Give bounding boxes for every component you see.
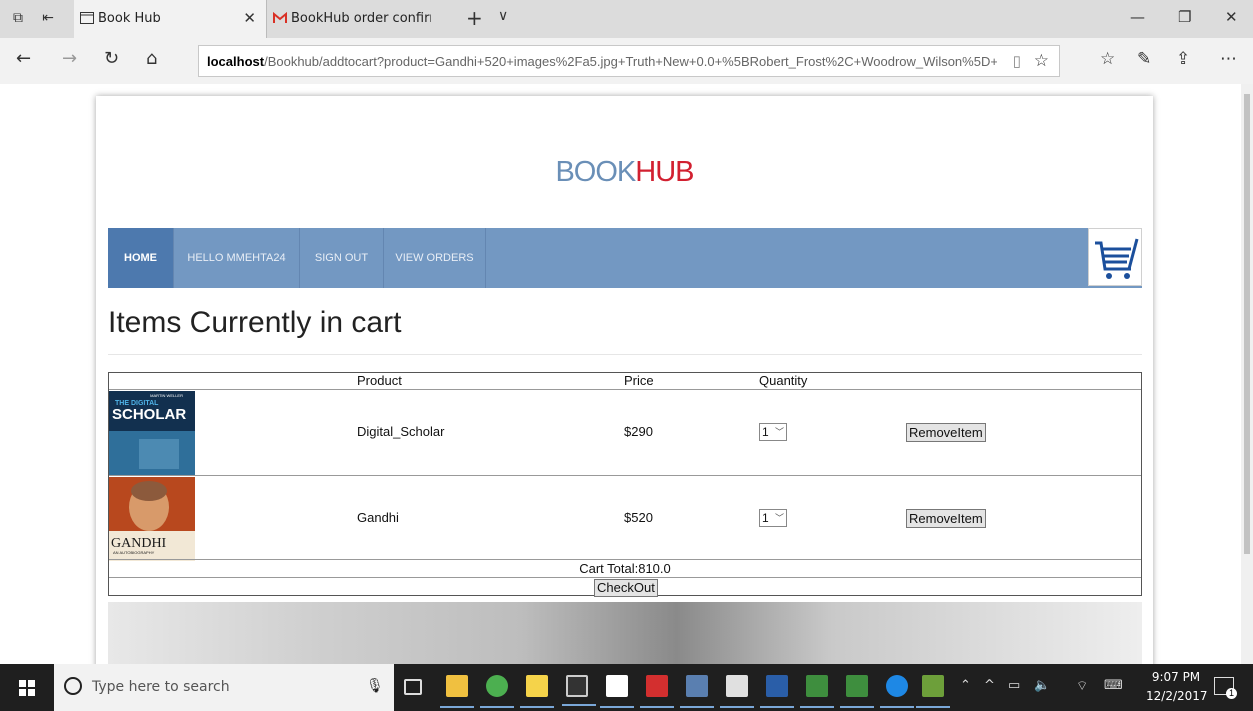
favorite-star-icon[interactable]: ☆ xyxy=(1034,51,1049,71)
battery-icon[interactable]: ▭ xyxy=(1008,678,1020,693)
chrome-icon[interactable] xyxy=(480,675,514,708)
divider xyxy=(108,354,1142,355)
cart-total: Cart Total:810.0 xyxy=(109,559,1141,577)
site-logo[interactable]: BOOKHUB xyxy=(96,156,1153,189)
app-icon[interactable] xyxy=(680,675,714,708)
tab-list-chevron-icon[interactable]: ∨ xyxy=(498,8,508,24)
quantity-select[interactable]: 1 ﹀ xyxy=(759,509,787,527)
action-center-icon[interactable]: 1 xyxy=(1214,677,1237,699)
nav-home[interactable]: HOME xyxy=(108,228,174,288)
notification-count-badge: 1 xyxy=(1226,688,1237,699)
remove-item-button[interactable]: RemoveItem xyxy=(906,509,986,528)
minimize-icon[interactable]: — xyxy=(1130,8,1145,26)
task-view-icon[interactable] xyxy=(404,679,422,695)
file-explorer-icon[interactable] xyxy=(440,675,474,708)
browser-tab-strip: ⧉ ⇤ Book Hub ✕ BookHub order confirmatio… xyxy=(0,0,1253,38)
product-name: Gandhi xyxy=(357,510,399,525)
page-icon xyxy=(80,12,94,24)
column-header-product: Product xyxy=(357,373,402,388)
tab-label: Book Hub xyxy=(98,11,161,26)
cart-row: MARTIN WELLER THE DIGITAL SCHOLAR Digita… xyxy=(109,389,1141,475)
mongodb-icon[interactable] xyxy=(800,675,834,708)
cart-row: GANDHI AN AUTOBIOGRAPHY Gandhi $520 1 ﹀ R… xyxy=(109,475,1141,561)
windows-start-icon[interactable] xyxy=(19,680,35,696)
more-options-icon[interactable]: ⋯ xyxy=(1220,49,1237,69)
tab-label: BookHub order confirmatio xyxy=(291,11,431,26)
refresh-icon[interactable]: ↻ xyxy=(104,48,119,69)
cart-button[interactable] xyxy=(1088,228,1142,286)
quantity-select[interactable]: 1 ﹀ xyxy=(759,423,787,441)
scrollbar-thumb[interactable] xyxy=(1244,94,1250,554)
page-scrollbar[interactable] xyxy=(1241,84,1253,664)
tab-order-confirmation[interactable]: BookHub order confirmatio xyxy=(266,0,458,38)
chevron-down-icon: ﹀ xyxy=(774,427,784,437)
nav-view-orders[interactable]: VIEW ORDERS xyxy=(384,228,486,288)
java-icon[interactable] xyxy=(720,675,754,708)
taskbar-search[interactable]: Type here to search 🎙 xyxy=(54,664,394,711)
product-name: Digital_Scholar xyxy=(357,424,445,439)
svg-text:MARTIN WELLER: MARTIN WELLER xyxy=(150,393,183,398)
remove-item-button[interactable]: RemoveItem xyxy=(906,423,986,442)
svg-text:GANDHI: GANDHI xyxy=(111,536,167,551)
set-aside-tabs-icon[interactable]: ⇤ xyxy=(40,10,56,26)
gmail-icon xyxy=(273,12,287,23)
book-cover-digital-scholar: MARTIN WELLER THE DIGITAL SCHOLAR xyxy=(109,391,195,475)
product-price: $520 xyxy=(624,510,653,525)
reading-view-icon[interactable]: ▯ xyxy=(1013,52,1021,70)
mongodb-icon-2[interactable] xyxy=(840,675,874,708)
system-clock[interactable]: 9:07 PM 12/2/2017 xyxy=(1146,668,1208,706)
back-arrow-icon[interactable]: ← xyxy=(16,48,31,69)
close-window-icon[interactable]: ✕ xyxy=(1225,8,1238,26)
edge-icon[interactable] xyxy=(880,675,914,708)
page-title: Items Currently in cart xyxy=(108,306,402,339)
new-tab-button[interactable]: + xyxy=(466,6,483,30)
web-note-pen-icon[interactable]: ✎ xyxy=(1137,49,1151,69)
keyboard-icon[interactable]: ⌨ xyxy=(1104,678,1123,693)
tab-book-hub[interactable]: Book Hub ✕ xyxy=(74,0,266,38)
tab-preview-icon[interactable]: ⧉ xyxy=(10,10,26,26)
cart-table: Product Price Quantity MARTIN WELLER THE… xyxy=(108,372,1142,597)
svg-text:SCHOLAR: SCHOLAR xyxy=(112,406,186,423)
microphone-icon[interactable]: 🎙 xyxy=(366,677,384,694)
checkout-button[interactable]: CheckOut xyxy=(594,579,658,597)
search-placeholder: Type here to search xyxy=(92,679,230,695)
close-tab-icon[interactable]: ✕ xyxy=(243,9,256,27)
shopping-cart-icon xyxy=(1095,238,1139,279)
checkout-row: CheckOut xyxy=(109,577,1141,597)
command-prompt-icon[interactable] xyxy=(562,675,596,706)
restore-icon[interactable]: ❐ xyxy=(1178,8,1191,26)
footer-banner-image xyxy=(108,602,1142,664)
svg-text:AN AUTOBIOGRAPHY: AN AUTOBIOGRAPHY xyxy=(113,550,155,555)
forward-arrow-icon[interactable]: → xyxy=(62,48,77,69)
sticky-notes-icon[interactable] xyxy=(520,675,554,708)
wifi-icon[interactable]: ⌔ xyxy=(1076,678,1088,694)
nav-sign-out[interactable]: SIGN OUT xyxy=(300,228,384,288)
chevron-down-icon: ﹀ xyxy=(774,513,784,523)
ide-icon[interactable] xyxy=(760,675,794,708)
address-bar[interactable]: localhost/Bookhub/addtocart?product=Gand… xyxy=(198,45,1060,77)
url-text: localhost/Bookhub/addtocart?product=Gand… xyxy=(207,54,997,69)
home-icon[interactable]: ⌂ xyxy=(146,48,157,69)
nav-hello-user[interactable]: HELLO MMEHTA24 xyxy=(174,228,300,288)
page-container: BOOKHUB HOME HELLO MMEHTA24 SIGN OUT VIE… xyxy=(96,96,1153,664)
share-icon[interactable]: ⇪ xyxy=(1176,49,1190,69)
scroll-chevron-icon[interactable]: ⌃ xyxy=(960,678,971,693)
main-nav: HOME HELLO MMEHTA24 SIGN OUT VIEW ORDERS xyxy=(108,228,1142,288)
page-viewport: BOOKHUB HOME HELLO MMEHTA24 SIGN OUT VIE… xyxy=(0,84,1253,664)
cortana-circle-icon xyxy=(64,677,82,695)
book-cover-gandhi: GANDHI AN AUTOBIOGRAPHY xyxy=(109,477,195,561)
favorites-hub-icon[interactable]: ☆ xyxy=(1100,49,1115,69)
paint-icon[interactable] xyxy=(916,675,950,708)
show-hidden-icons-icon[interactable]: ^ xyxy=(984,678,995,693)
volume-icon[interactable]: 🔈 xyxy=(1034,678,1050,693)
column-header-price: Price xyxy=(624,373,654,388)
browser-toolbar: ← → ↻ ⌂ localhost/Bookhub/addtocart?prod… xyxy=(0,38,1253,84)
notepad-icon[interactable] xyxy=(600,675,634,708)
acrobat-icon[interactable] xyxy=(640,675,674,708)
column-header-quantity: Quantity xyxy=(759,373,808,388)
windows-taskbar: Type here to search 🎙 ⌃ ^ ▭ 🔈 ⌔ ⌨ 9:07 P… xyxy=(0,664,1253,711)
product-price: $290 xyxy=(624,424,653,439)
